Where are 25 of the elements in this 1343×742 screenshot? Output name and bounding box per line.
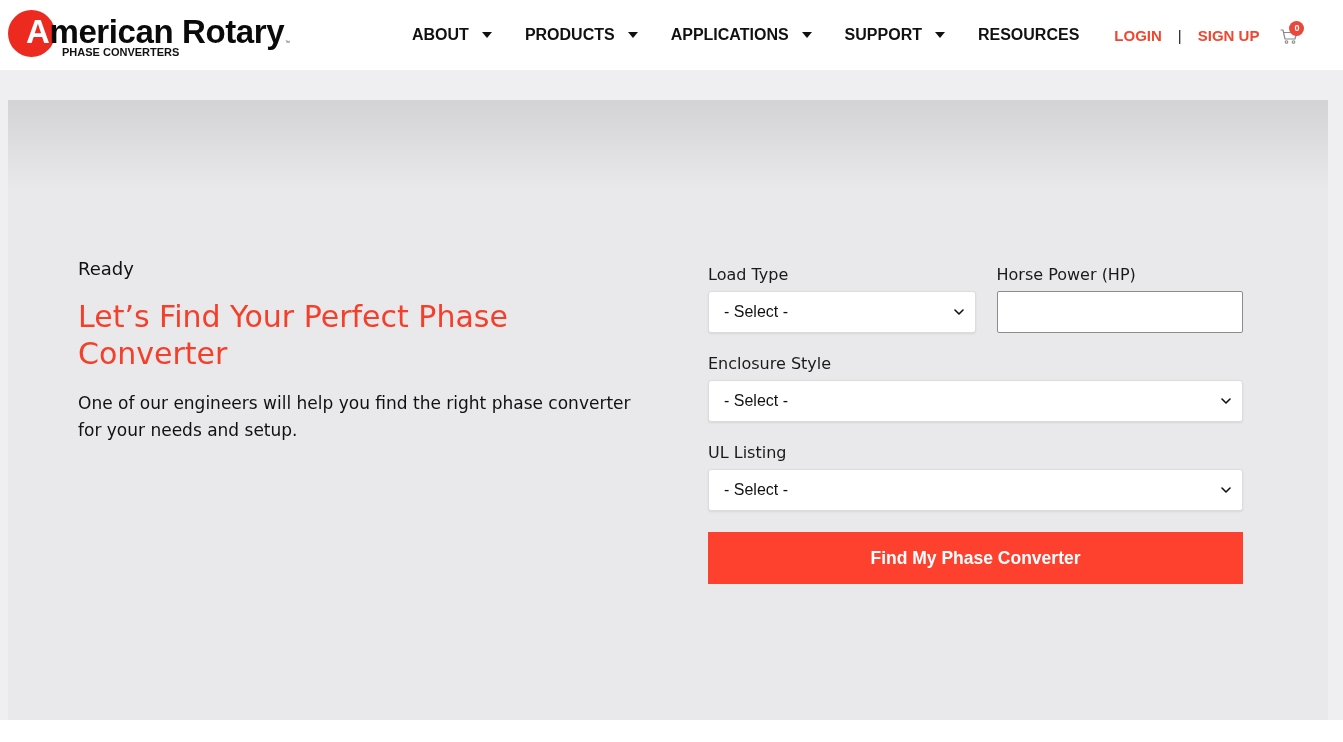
nav-link[interactable]: APPLICATIONS bbox=[670, 26, 812, 44]
nav-link[interactable]: SUPPORT bbox=[844, 26, 945, 44]
select-field[interactable]: - Select - bbox=[708, 291, 976, 333]
nav-link[interactable]: ABOUT bbox=[412, 26, 492, 44]
finder-heading: Let’s Find Your Perfect Phase Converter bbox=[78, 298, 509, 372]
finder-description: One of our engineers will help you find the right phase converter for your needs and setup. bbox=[78, 392, 632, 442]
account-link[interactable]: LOGIN bbox=[1114, 26, 1162, 44]
eyebrow-text: Ready bbox=[78, 257, 135, 281]
chevron-down-icon bbox=[1221, 398, 1231, 404]
brand-tagline: PHASE CONVERTERS bbox=[62, 47, 180, 58]
field-label: UL Listing bbox=[708, 443, 788, 463]
cart-count-badge: 0 bbox=[1289, 21, 1305, 36]
account-link[interactable]: SIGN UP bbox=[1197, 26, 1260, 44]
field-label: Horse Power (HP) bbox=[996, 265, 1137, 285]
field-label: Enclosure Style bbox=[708, 354, 833, 374]
separator-text: | bbox=[1177, 26, 1182, 44]
chevron-down-icon bbox=[953, 309, 964, 315]
select-field[interactable]: - Select - bbox=[708, 380, 1243, 422]
chevron-down-icon bbox=[1221, 487, 1231, 493]
select-field[interactable]: - Select - bbox=[708, 469, 1243, 511]
input-field[interactable] bbox=[996, 291, 1243, 333]
field-label: Load Type bbox=[708, 265, 790, 285]
nav-link[interactable]: PRODUCTS bbox=[524, 26, 638, 44]
nav-link[interactable]: RESOURCES bbox=[977, 26, 1080, 44]
cart-icon[interactable] bbox=[1280, 29, 1299, 44]
